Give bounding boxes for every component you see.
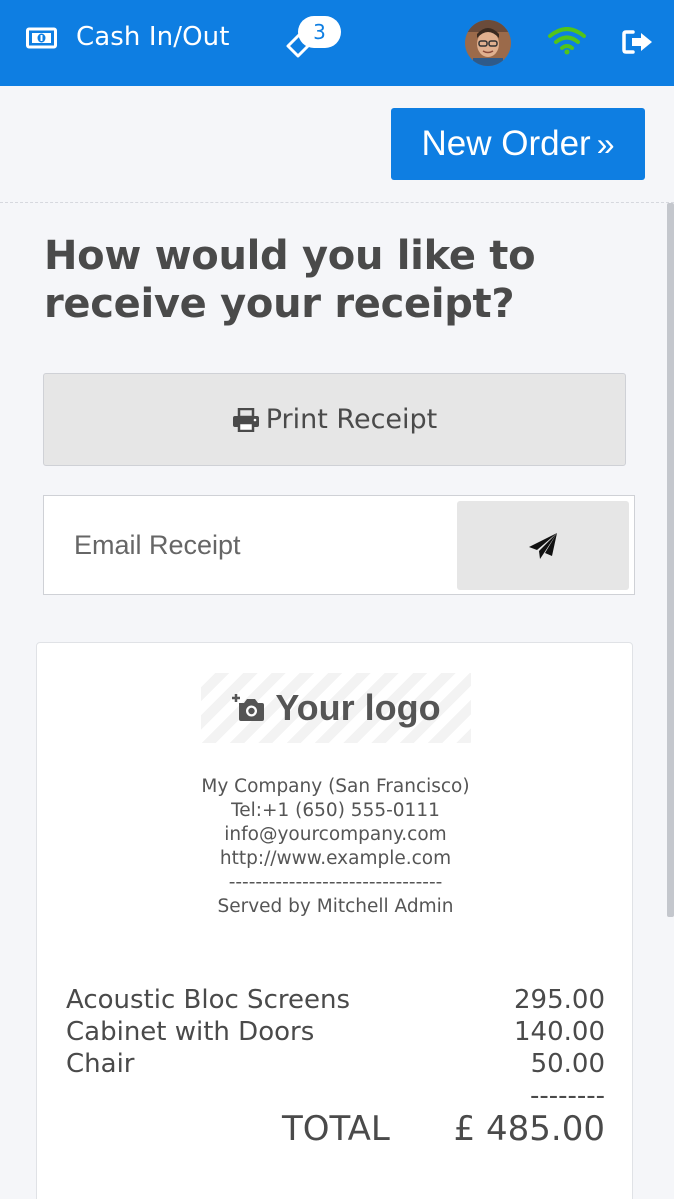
order-line-price: 295.00 [514,985,605,1015]
scrollbar-thumb[interactable] [667,203,674,917]
cash-in-out-button[interactable]: Cash In/Out [26,22,230,52]
order-line: Chair 50.00 [66,1048,605,1080]
total-separator: -------- [529,1081,605,1111]
email-receipt-group [43,495,635,595]
receipt-question-heading: How would you like to receive your recei… [44,233,536,327]
receipt-preview: Your logo My Company (San Francisco) Tel… [36,642,633,1199]
header-separator: -------------------------------- [228,872,443,893]
printer-icon [232,407,259,432]
company-logo: Your logo [201,673,471,743]
action-row: New Order » [0,86,674,203]
print-receipt-button[interactable]: Print Receipt [43,373,626,466]
send-email-button[interactable] [457,501,629,590]
new-order-label: New Order [421,124,591,163]
order-line-name: Cabinet with Doors [66,1017,315,1047]
total-amount: £ 485.00 [453,1109,605,1149]
double-chevron-right-icon: » [596,125,615,162]
paper-plane-icon [529,532,557,559]
camera-plus-icon [232,694,265,721]
order-line-price: 50.00 [530,1049,605,1079]
company-email: info@yourcompany.com [224,824,447,845]
order-line: Cabinet with Doors 140.00 [66,1016,605,1048]
order-lines: Acoustic Bloc Screens 295.00 Cabinet wit… [66,984,605,1112]
order-line-name: Chair [66,1049,135,1079]
email-receipt-input[interactable] [44,496,454,594]
total-row: TOTAL £ 485.00 [66,1109,605,1153]
wifi-icon [548,27,586,59]
logout-icon[interactable] [622,29,654,59]
tickets-button[interactable]: 3 [282,16,346,64]
top-bar: Cash In/Out 3 [0,0,674,86]
print-receipt-label: Print Receipt [265,404,438,435]
order-line-name: Acoustic Bloc Screens [66,985,350,1015]
company-phone: Tel:+1 (650) 555-0111 [231,800,440,821]
company-website: http://www.example.com [219,848,452,869]
ticket-count-badge: 3 [298,16,341,48]
money-icon [26,27,57,49]
new-order-button[interactable]: New Order » [391,108,645,180]
total-label: TOTAL [282,1109,390,1149]
served-by: Served by Mitchell Admin [217,896,454,917]
avatar[interactable] [465,20,511,66]
order-line: Acoustic Bloc Screens 295.00 [66,984,605,1016]
cash-in-out-label: Cash In/Out [76,22,230,52]
logo-text: Your logo [275,687,441,728]
order-line-price: 140.00 [514,1017,605,1047]
company-info: My Company (San Francisco) Tel:+1 (650) … [37,775,634,919]
company-name: My Company (San Francisco) [201,776,470,797]
